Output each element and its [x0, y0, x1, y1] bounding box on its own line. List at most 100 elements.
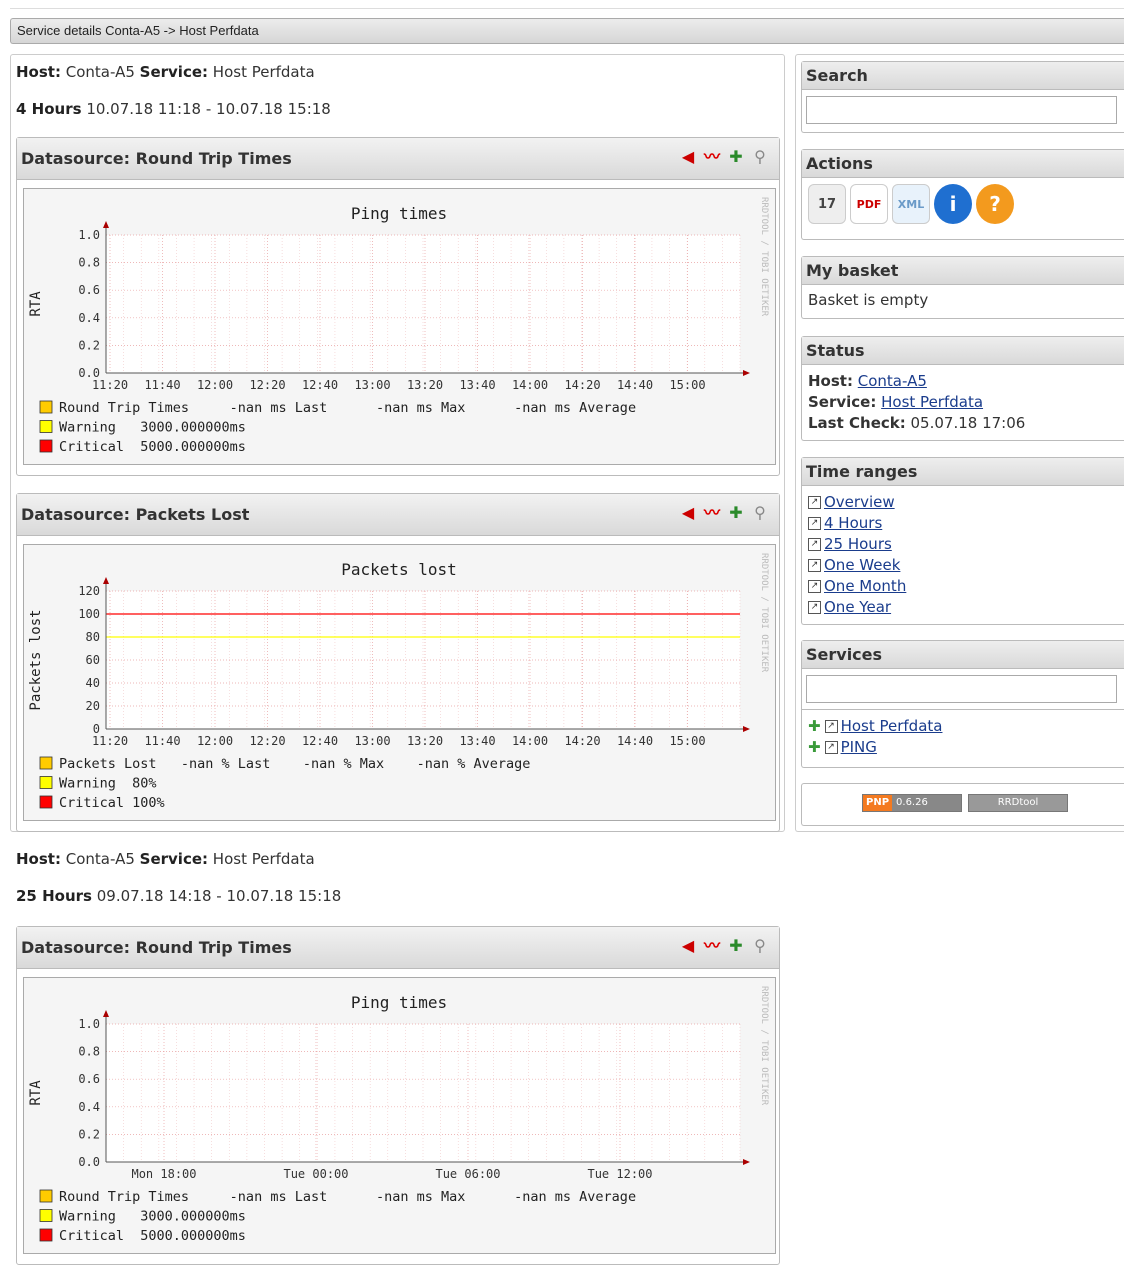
x-tick-label: 13:40 — [459, 734, 495, 748]
legend-swatch — [39, 439, 53, 453]
legend-swatch — [39, 400, 53, 414]
chart-ping-times-4h: 1.00.80.60.40.20.011:20 11:40 12:00 12:20 12… — [28, 197, 769, 455]
watermark: RRDTOOL / TOBI OETIKER — [759, 986, 769, 1106]
y-tick-label: 0.2 — [78, 338, 100, 352]
add-basket-icon[interactable]: ✚ — [725, 502, 747, 524]
legend-swatch — [39, 1228, 53, 1242]
xml-icon[interactable]: XML — [892, 184, 930, 224]
legend-label: Warning 3000.000000ms — [59, 1209, 246, 1225]
status-panel: Status Host: Conta-A5 Service: Host Perf… — [801, 336, 1124, 441]
x-tick-label: 12:20 — [249, 378, 285, 392]
status-host-link[interactable]: Conta-A5 — [858, 372, 927, 390]
service-link[interactable]: ↗ PING — [824, 738, 877, 756]
time-range-25-hours[interactable]: ↗ 25 Hours — [808, 534, 1118, 555]
zoom-icon[interactable]: ⚲ — [749, 502, 771, 524]
y-tick-label: 0.2 — [78, 1127, 100, 1141]
search-input[interactable] — [806, 96, 1117, 124]
datasource-panel-rtt-4h: Datasource: Round Trip Times ◀ 〰 ✚ ⚲ 1.0… — [16, 137, 780, 476]
time-range-4-hours[interactable]: ↗ 4 Hours — [808, 513, 1118, 534]
x-tick-label: 13:00 — [354, 734, 390, 748]
legend-label: Critical 5000.000000ms — [59, 1228, 246, 1244]
legend-label: Critical 100% — [59, 795, 165, 811]
y-axis-label: RTA — [28, 291, 44, 317]
external-link-icon: ↗ — [808, 559, 821, 572]
y-axis-arrow — [103, 577, 109, 584]
datasource-title: Datasource: Round Trip Times ◀ 〰 ✚ ⚲ — [17, 138, 779, 180]
x-axis-arrow — [743, 1159, 750, 1165]
zoom-icon[interactable]: ⚲ — [749, 935, 771, 957]
graph-image[interactable]: 1.0 0.8 0.6 0.4 0.2 0.0 11:20 11:40 12:00 12:20 12… — [23, 188, 776, 465]
graph-icon[interactable]: 〰 — [701, 502, 723, 524]
y-axis-label: Packets lost — [28, 609, 44, 710]
status-service-link[interactable]: Host Perfdata — [881, 393, 983, 411]
y-tick-label: 0.4 — [78, 1100, 100, 1114]
graph-image[interactable]: 120 100 80 60 40 20 0 11:20 11:40 12:00 12:20 12:40… — [23, 544, 776, 821]
legend-label: Critical 5000.000000ms — [59, 439, 246, 455]
x-tick-label: 14:20 — [564, 734, 600, 748]
help-icon[interactable]: ? — [976, 184, 1014, 224]
breadcrumb: Service details Conta-A5 -> Host Perfdat… — [10, 18, 1124, 44]
rrdtool-badge[interactable]: RRDtool — [968, 794, 1068, 812]
y-axis-label: RTA — [28, 1080, 44, 1106]
graph-image[interactable]: 1.0 0.8 0.6 0.4 0.2 0.0 Mon 18:00 Tue 00:00 Tue … — [23, 977, 776, 1254]
x-tick-label: 11:40 — [144, 734, 180, 748]
services-filter-input[interactable] — [806, 675, 1117, 703]
external-link-icon: ↗ — [824, 741, 838, 754]
service-link[interactable]: ↗ Host Perfdata — [824, 717, 942, 735]
zoom-icon[interactable]: ⚲ — [749, 146, 771, 168]
x-tick-label: 11:40 — [144, 378, 180, 392]
speaker-icon[interactable]: ◀ — [677, 502, 699, 524]
y-tick-label: 0.0 — [78, 1155, 100, 1169]
time-range-overview[interactable]: ↗ Overview — [808, 492, 1118, 513]
datasource-title: Datasource: Packets Lost ◀ 〰 ✚ ⚲ — [17, 494, 779, 536]
legend-label: Round Trip Times -nan ms Last -nan ms Ma… — [59, 400, 636, 416]
datasource-title: Datasource: Round Trip Times ◀ 〰 ✚ ⚲ — [17, 927, 779, 969]
add-basket-icon[interactable]: ✚ — [725, 146, 747, 168]
x-axis-arrow — [743, 726, 750, 732]
actions-panel: Actions 17 PDF XML i ? — [801, 149, 1124, 240]
pnp-version-badge[interactable]: PNP 0.6.26 — [862, 794, 962, 812]
x-tick-label: 12:40 — [302, 734, 338, 748]
add-icon[interactable]: ✚ — [808, 738, 821, 756]
status-last-check: Last Check: 05.07.18 17:06 — [808, 414, 1026, 432]
pdf-icon[interactable]: PDF — [850, 184, 888, 224]
external-link-icon: ↗ — [808, 496, 821, 509]
calendar-icon[interactable]: 17 — [808, 184, 846, 224]
time-range-one-week[interactable]: ↗ One Week — [808, 555, 1118, 576]
chart-title: Ping times — [351, 204, 447, 223]
status-host: Host: Conta-A5 — [808, 372, 927, 390]
y-tick-label: 1.0 — [78, 228, 100, 242]
external-link-icon: ↗ — [808, 538, 821, 551]
add-icon[interactable]: ✚ — [808, 717, 821, 735]
time-ranges-panel: Time ranges ↗ Overview ↗ 4 Hours ↗ 25 Hours… — [801, 457, 1124, 625]
speaker-icon[interactable]: ◀ — [677, 935, 699, 957]
x-tick-label: 12:00 — [197, 734, 233, 748]
graph-icon[interactable]: 〰 — [701, 935, 723, 957]
add-basket-icon[interactable]: ✚ — [725, 935, 747, 957]
x-tick-label: 14:40 — [617, 378, 653, 392]
external-link-icon: ↗ — [808, 580, 821, 593]
x-tick-label: 14:00 — [512, 378, 548, 392]
datasource-panel-packets-lost: Datasource: Packets Lost ◀ 〰 ✚ ⚲ 120 100 8… — [16, 493, 780, 832]
legend-swatch — [39, 1189, 53, 1203]
y-tick-label: 100 — [78, 607, 100, 621]
chart-ping-times-25h: 1.0 0.8 0.6 0.4 0.2 0.0 Mon 18:00 Tue 00:00 Tue … — [28, 986, 769, 1244]
x-tick-label: 12:00 — [197, 378, 233, 392]
y-tick-label: 0.6 — [78, 1072, 100, 1086]
legend-label: Warning 3000.000000ms — [59, 420, 246, 436]
x-tick-label: 11:20 — [92, 734, 128, 748]
y-tick-label: 20 — [86, 699, 100, 713]
x-axis-arrow — [743, 370, 750, 376]
time-range-one-year[interactable]: ↗ One Year — [808, 597, 1118, 618]
search-panel: Search — [801, 61, 1124, 133]
service-item-ping: ✚ ↗ PING — [808, 737, 1118, 758]
time-range-one-month[interactable]: ↗ One Month — [808, 576, 1118, 597]
speaker-icon[interactable]: ◀ — [677, 146, 699, 168]
legend-label: Round Trip Times -nan ms Last -nan ms Ma… — [59, 1189, 636, 1205]
graph-icon[interactable]: 〰 — [701, 146, 723, 168]
service-item-host-perfdata: ✚ ↗ Host Perfdata — [808, 716, 1118, 737]
legend-label: Packets Lost -nan % Last -nan % Max -nan… — [59, 756, 530, 772]
actions-title: Actions — [802, 150, 1124, 178]
info-icon[interactable]: i — [934, 184, 972, 224]
x-tick-label: 13:00 — [354, 378, 390, 392]
